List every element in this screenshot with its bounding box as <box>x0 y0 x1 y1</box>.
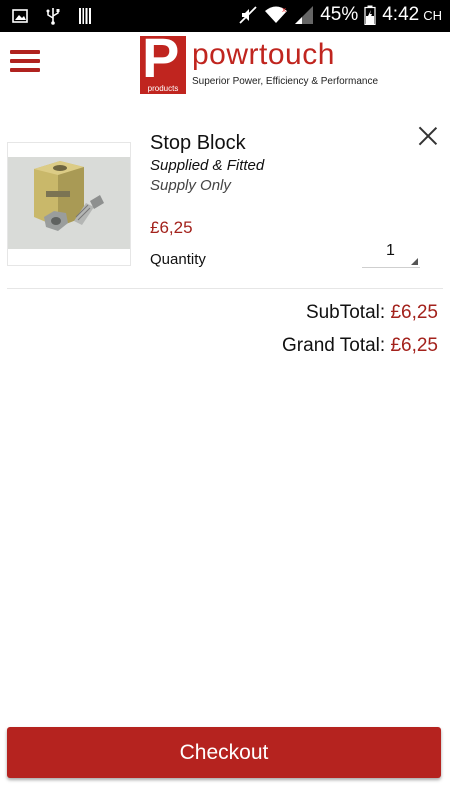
hamburger-icon-bar <box>10 68 40 72</box>
quantity-dropdown[interactable]: 1 <box>362 238 420 268</box>
logo-badge: P powr products <box>140 30 186 94</box>
logo-word-light: powr <box>192 38 260 71</box>
status-bar: x 45% 4:42 CH <box>0 0 450 32</box>
hamburger-icon-bar <box>10 59 40 63</box>
close-icon[interactable] <box>416 124 440 148</box>
cart-item: Stop Block Supplied & Fitted Supply Only… <box>0 120 450 288</box>
product-option-secondary: Supply Only <box>150 177 231 194</box>
clock-suffix: CH <box>423 7 442 23</box>
grand-total-label: Grand Total: <box>282 335 386 356</box>
quantity-value: 1 <box>386 242 395 259</box>
grand-total-value: £6,25 <box>390 335 438 356</box>
quantity-label: Quantity <box>150 251 206 268</box>
logo-products-text: products <box>147 84 179 93</box>
subtotal-value: £6,25 <box>390 302 438 323</box>
status-bar-system: x 45% 4:42 CH <box>238 4 442 26</box>
usb-icon <box>46 8 60 25</box>
menu-button[interactable] <box>10 50 40 76</box>
signal-icon <box>295 6 314 24</box>
logo-small-text: powr <box>144 39 153 57</box>
product-name: Stop Block <box>150 132 246 154</box>
image-icon <box>12 9 28 23</box>
mute-icon <box>239 6 257 24</box>
subtotal-row: SubTotal: £6,25 <box>282 302 438 324</box>
logo-wordmark: powrtouch <box>192 38 335 72</box>
product-option-primary: Supplied & Fitted <box>150 157 265 174</box>
stop-block-photo <box>8 157 130 249</box>
logo-word-bold: touch <box>259 38 335 71</box>
subtotal-label: SubTotal: <box>305 302 386 323</box>
logo-tagline: Superior Power, Efficiency & Performance <box>192 76 379 87</box>
wifi-icon: x <box>265 6 288 23</box>
divider <box>7 288 443 289</box>
battery-icon <box>364 5 376 25</box>
product-image <box>7 142 131 266</box>
checkout-button[interactable]: Checkout <box>7 727 441 778</box>
brand-logo: P powr products powrtouch Superior Power… <box>140 30 385 94</box>
clock: 4:42 <box>382 4 420 25</box>
svg-text:x: x <box>282 6 286 14</box>
dropdown-caret-icon <box>411 258 418 265</box>
app-header: P powr products powrtouch Superior Power… <box>0 30 450 94</box>
barcode-icon <box>79 8 91 24</box>
status-bar-notifications <box>12 7 92 25</box>
cart-totals: SubTotal: £6,25 Grand Total: £6,25 <box>282 302 438 368</box>
hamburger-icon-bar <box>10 50 40 54</box>
battery-percent: 45% <box>320 4 359 25</box>
grand-total-row: Grand Total: £6,25 <box>282 335 438 357</box>
product-price: £6,25 <box>150 218 193 237</box>
